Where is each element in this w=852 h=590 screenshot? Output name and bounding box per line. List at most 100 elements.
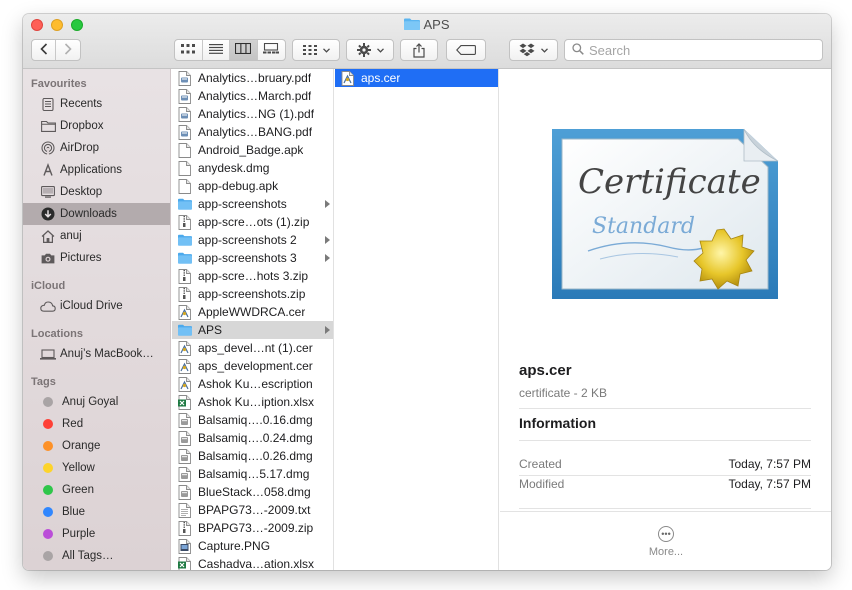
disk-image-icon bbox=[178, 484, 192, 500]
share-button[interactable] bbox=[400, 39, 438, 61]
group-button[interactable] bbox=[292, 39, 340, 61]
file-name: app-screenshots bbox=[198, 197, 287, 211]
folder-row[interactable]: app-screenshots 3 bbox=[172, 249, 333, 267]
pdf-file-icon bbox=[178, 88, 192, 104]
sidebar-item-label: All Tags… bbox=[62, 550, 114, 562]
zip-file-icon bbox=[178, 214, 192, 230]
sidebar-tag-orange[interactable]: Orange bbox=[23, 435, 170, 457]
file-row[interactable]: app-debug.apk bbox=[172, 177, 333, 195]
file-row[interactable]: Analytics…NG (1).pdf bbox=[172, 105, 333, 123]
file-row[interactable]: app-scre…hots 3.zip bbox=[172, 267, 333, 285]
sidebar-tag-purple[interactable]: Purple bbox=[23, 523, 170, 545]
sidebar-tag-anuj-goyal[interactable]: Anuj Goyal bbox=[23, 391, 170, 413]
sidebar-section-locations: Locations bbox=[31, 328, 83, 340]
sidebar-item-pictures[interactable]: Pictures bbox=[23, 247, 170, 269]
file-name: anydesk.dmg bbox=[198, 161, 270, 175]
desktop-icon bbox=[40, 184, 56, 200]
excel-file-icon bbox=[178, 394, 192, 410]
action-button[interactable] bbox=[346, 39, 394, 61]
back-button[interactable] bbox=[32, 40, 57, 60]
file-row[interactable]: Android_Badge.apk bbox=[172, 141, 333, 159]
aps-column[interactable]: aps.cer bbox=[335, 69, 499, 570]
tag-dot bbox=[43, 463, 53, 473]
file-row[interactable]: Balsamiq….0.24.dmg bbox=[172, 429, 333, 447]
file-row[interactable]: app-screenshots.zip bbox=[172, 285, 333, 303]
downloads-column[interactable]: Analytics…bruary.pdf Analytics…March.pdf A… bbox=[172, 69, 334, 570]
sidebar-item-applications[interactable]: Applications bbox=[23, 159, 170, 181]
file-row[interactable]: app-scre…ots (1).zip bbox=[172, 213, 333, 231]
tag-button[interactable] bbox=[446, 39, 486, 61]
folder-row[interactable]: APS bbox=[172, 321, 333, 339]
window-title-text: APS bbox=[423, 17, 450, 32]
file-row[interactable]: Capture.PNG bbox=[172, 537, 333, 555]
file-row[interactable]: Balsamiq….0.26.dmg bbox=[172, 447, 333, 465]
sidebar-item-macbook[interactable]: Anuj’s MacBook… bbox=[23, 343, 170, 365]
sidebar-item-airdrop[interactable]: AirDrop bbox=[23, 137, 170, 159]
search-input[interactable] bbox=[589, 42, 809, 58]
folder-icon bbox=[178, 233, 192, 248]
sidebar-tag-green[interactable]: Green bbox=[23, 479, 170, 501]
file-row[interactable]: Analytics…bruary.pdf bbox=[172, 69, 333, 87]
document-icon bbox=[178, 142, 192, 158]
file-row[interactable]: Balsamiq….0.16.dmg bbox=[172, 411, 333, 429]
file-row[interactable]: Cashadva…ation.xlsx bbox=[172, 555, 333, 570]
sidebar-item-dropbox[interactable]: Dropbox bbox=[23, 115, 170, 137]
sidebar-item-icloud-drive[interactable]: iCloud Drive bbox=[23, 295, 170, 317]
certificate-file-icon bbox=[341, 70, 355, 86]
sidebar-item-desktop[interactable]: Desktop bbox=[23, 181, 170, 203]
icon-view-button[interactable] bbox=[175, 40, 203, 60]
folder-row[interactable]: app-screenshots 2 bbox=[172, 231, 333, 249]
file-row[interactable]: Ashok Ku…escription bbox=[172, 375, 333, 393]
sidebar-tag-blue[interactable]: Blue bbox=[23, 501, 170, 523]
preview-file-name: aps.cer bbox=[519, 362, 572, 379]
document-icon bbox=[178, 160, 192, 176]
window-title: APS bbox=[23, 17, 831, 33]
folder-row[interactable]: app-screenshots bbox=[172, 195, 333, 213]
file-row[interactable]: aps.cer bbox=[335, 69, 498, 87]
tag-dot bbox=[43, 485, 53, 495]
search-field[interactable] bbox=[564, 39, 823, 61]
gallery-view-icon bbox=[263, 42, 280, 57]
file-name: app-screenshots.zip bbox=[198, 287, 306, 301]
sidebar-item-label: Red bbox=[62, 418, 84, 430]
list-view-button[interactable] bbox=[203, 40, 230, 60]
sidebar-item-anuj[interactable]: anuj bbox=[23, 225, 170, 247]
sidebar-tag-yellow[interactable]: Yellow bbox=[23, 457, 170, 479]
disclosure-arrow-icon bbox=[325, 236, 330, 244]
preview-row-value: Today, 7:57 PM bbox=[728, 477, 812, 491]
file-name: Ashok Ku…escription bbox=[198, 377, 313, 391]
sidebar-item-label: Desktop bbox=[60, 186, 103, 198]
file-row[interactable]: aps_devel…nt (1).cer bbox=[172, 339, 333, 357]
tag-dot bbox=[43, 507, 53, 517]
sidebar-tag-red[interactable]: Red bbox=[23, 413, 170, 435]
preview-row-value: Today, 7:57 PM bbox=[728, 457, 812, 471]
preview-row-key: Modified bbox=[519, 477, 565, 491]
dropbox-button[interactable] bbox=[509, 39, 558, 61]
file-row[interactable]: Balsamiq…5.17.dmg bbox=[172, 465, 333, 483]
sidebar-item-downloads[interactable]: Downloads bbox=[23, 203, 170, 225]
preview-info-heading: Information bbox=[519, 415, 596, 431]
file-row[interactable]: BPAPG73…-2009.zip bbox=[172, 519, 333, 537]
file-name: Capture.PNG bbox=[198, 539, 271, 553]
sidebar-tag-all-tags[interactable]: All Tags… bbox=[23, 545, 170, 567]
file-name: Balsamiq….0.16.dmg bbox=[198, 413, 313, 427]
gallery-view-button[interactable] bbox=[258, 40, 285, 60]
file-name: app-scre…ots (1).zip bbox=[198, 215, 310, 229]
preview-row-modified: Modified Today, 7:57 PM bbox=[519, 477, 811, 491]
forward-button[interactable] bbox=[56, 40, 80, 60]
divider bbox=[519, 508, 811, 509]
file-row[interactable]: AppleWWDRCA.cer bbox=[172, 303, 333, 321]
file-row[interactable]: Analytics…BANG.pdf bbox=[172, 123, 333, 141]
file-row[interactable]: Ashok Ku…iption.xlsx bbox=[172, 393, 333, 411]
file-row[interactable]: BPAPG73…-2009.txt bbox=[172, 501, 333, 519]
more-button[interactable]: ••• More... bbox=[645, 526, 687, 558]
file-row[interactable]: BlueStack…058.dmg bbox=[172, 483, 333, 501]
column-view-button[interactable] bbox=[230, 40, 258, 60]
search-icon bbox=[572, 42, 584, 58]
sidebar-item-label: Recents bbox=[60, 98, 103, 110]
file-row[interactable]: anydesk.dmg bbox=[172, 159, 333, 177]
file-row[interactable]: aps_development.cer bbox=[172, 357, 333, 375]
sidebar-item-recents[interactable]: Recents bbox=[23, 93, 170, 115]
file-name: Analytics…March.pdf bbox=[198, 89, 312, 103]
file-row[interactable]: Analytics…March.pdf bbox=[172, 87, 333, 105]
